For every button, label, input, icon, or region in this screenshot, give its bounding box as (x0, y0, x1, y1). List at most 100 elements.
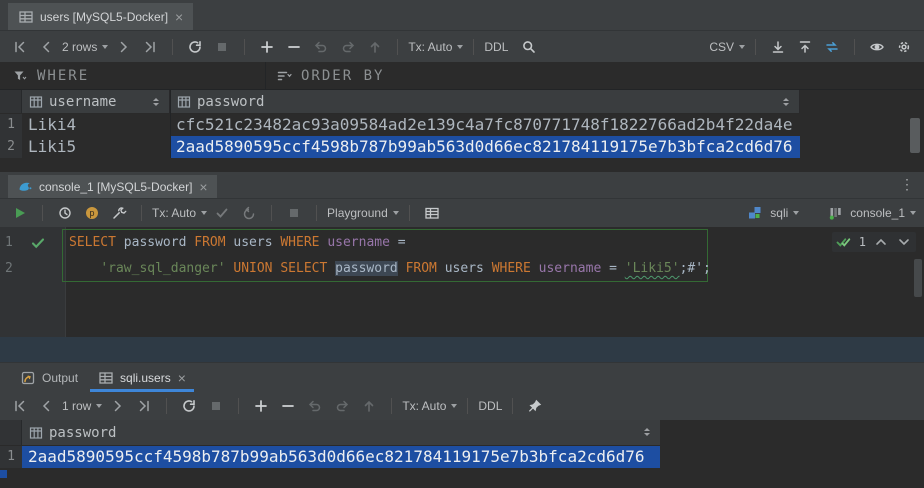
tab-title: users [MySQL5-Docker] (40, 10, 168, 24)
inspection-widget[interactable]: 1 (832, 232, 916, 252)
settings-gear-icon[interactable] (896, 39, 912, 55)
chevron-up-icon[interactable] (873, 234, 889, 250)
close-icon[interactable]: × (178, 371, 186, 385)
stop-icon[interactable] (208, 398, 224, 414)
cell-username[interactable]: Liki4 (22, 114, 170, 136)
stop-icon[interactable] (214, 39, 230, 55)
order-by-input[interactable]: ORDER BY (265, 62, 924, 89)
grid-corner-cell[interactable] (0, 90, 22, 113)
where-placeholder: WHERE (37, 68, 89, 84)
close-icon[interactable]: × (175, 10, 183, 24)
import-data-icon[interactable] (797, 39, 813, 55)
first-page-icon[interactable] (12, 39, 28, 55)
tab-users-table[interactable]: users [MySQL5-Docker] × (8, 3, 193, 30)
view-options-icon[interactable] (869, 39, 885, 55)
next-page-icon[interactable] (115, 39, 131, 55)
sql-code-line[interactable]: 'raw_sql_danger' UNION SELECT password F… (66, 256, 924, 282)
add-row-icon[interactable] (253, 398, 269, 414)
schema-dropdown[interactable]: sqli (770, 206, 799, 220)
add-row-icon[interactable] (259, 39, 275, 55)
cell-username[interactable]: Liki5 (22, 136, 170, 158)
tab-output[interactable]: Output (10, 363, 88, 392)
pin-tab-icon[interactable] (527, 398, 543, 414)
column-icon (28, 425, 44, 441)
prev-page-icon[interactable] (39, 398, 55, 414)
sort-toggle-icon[interactable] (153, 98, 159, 106)
revert-selected-icon[interactable] (334, 398, 350, 414)
last-page-icon[interactable] (142, 39, 158, 55)
playground-dropdown[interactable]: Playground (327, 206, 399, 220)
chevron-down-icon (393, 211, 399, 215)
chevron-down-icon (201, 211, 207, 215)
sql-editor[interactable]: 1 2 SELECT password FROM users WHERE use… (0, 227, 924, 337)
refresh-icon[interactable] (181, 398, 197, 414)
compare-data-icon[interactable] (824, 39, 840, 55)
problem-count: 1 (859, 235, 866, 249)
revert-icon[interactable] (307, 398, 323, 414)
tx-mode-dropdown[interactable]: Tx: Auto (152, 206, 207, 220)
prev-page-icon[interactable] (39, 39, 55, 55)
close-icon[interactable]: × (199, 180, 207, 194)
tab-console-1[interactable]: console_1 [MySQL5-Docker] × (8, 175, 217, 198)
rollback-icon[interactable] (241, 205, 257, 221)
ddl-button[interactable]: DDL (484, 40, 508, 54)
run-icon[interactable] (12, 205, 28, 221)
panel-splitter[interactable] (0, 337, 924, 362)
tx-mode-dropdown[interactable]: Tx: Auto (408, 40, 463, 54)
ddl-button[interactable]: DDL (478, 399, 502, 413)
table-row[interactable]: 1 Liki4 cfc521c23482ac93a09584ad2e139c4a… (0, 114, 924, 136)
tab-sqli-users[interactable]: sqli.users × (88, 363, 196, 392)
table-row[interactable]: 1 2aad5890595ccf4598b787b99ab563d0d66ec8… (0, 446, 924, 468)
sort-toggle-icon[interactable] (783, 98, 789, 106)
export-data-icon[interactable] (770, 39, 786, 55)
executed-check-icon[interactable] (30, 235, 46, 251)
chevron-down-icon[interactable] (896, 234, 912, 250)
delete-row-icon[interactable] (286, 39, 302, 55)
submit-icon[interactable] (367, 39, 383, 55)
history-clock-icon[interactable] (57, 205, 73, 221)
export-format-dropdown[interactable]: CSV (709, 40, 745, 54)
tx-mode-dropdown[interactable]: Tx: Auto (402, 399, 457, 413)
submit-icon[interactable] (361, 398, 377, 414)
order-by-placeholder: ORDER BY (301, 68, 384, 84)
parameters-icon[interactable]: p (84, 205, 100, 221)
more-options-icon[interactable]: ⋮ (900, 177, 914, 193)
last-page-icon[interactable] (136, 398, 152, 414)
stop-icon[interactable] (286, 205, 302, 221)
delete-row-icon[interactable] (280, 398, 296, 414)
table-row[interactable]: 2 Liki5 2aad5890595ccf4598b787b99ab563d0… (0, 136, 924, 158)
search-icon[interactable] (521, 39, 537, 55)
grid-corner-cell[interactable] (0, 420, 22, 445)
row-number[interactable]: 2 (0, 136, 22, 158)
sql-lines: SELECT password FROM users WHERE usernam… (66, 230, 924, 282)
rows-count-dropdown[interactable]: 2 rows (62, 40, 108, 54)
row-number[interactable]: 1 (0, 114, 22, 136)
sql-code-line[interactable]: SELECT password FROM users WHERE usernam… (66, 230, 924, 256)
column-header-password[interactable]: password (22, 420, 660, 445)
refresh-icon[interactable] (187, 39, 203, 55)
cell-password-selected[interactable]: 2aad5890595ccf4598b787b99ab563d0d66ec821… (22, 446, 660, 468)
first-page-icon[interactable] (12, 398, 28, 414)
revert-icon[interactable] (313, 39, 329, 55)
cell-password[interactable]: cfc521c23482ac93a09584ad2e139c4a7fc87077… (170, 114, 910, 136)
column-header-username[interactable]: username (22, 90, 170, 113)
console-toolbar: p Tx: Auto Playground sqli console_1 (0, 199, 924, 227)
row-number[interactable]: 1 (0, 446, 22, 468)
next-page-icon[interactable] (109, 398, 125, 414)
code-area[interactable]: SELECT password FROM users WHERE usernam… (66, 227, 924, 337)
cell-password-selected[interactable]: 2aad5890595ccf4598b787b99ab563d0d66ec821… (170, 136, 800, 158)
vertical-scrollbar[interactable] (910, 118, 920, 153)
order-by-icon (276, 68, 292, 84)
rows-count-dropdown[interactable]: 1 row (62, 399, 102, 413)
result-grid-sqli-users: password 1 2aad5890595ccf4598b787b99ab56… (0, 420, 924, 468)
in-editor-results-icon[interactable] (424, 205, 440, 221)
column-header-password[interactable]: password (170, 90, 800, 113)
settings-wrench-icon[interactable] (111, 205, 127, 221)
commit-check-icon[interactable] (214, 205, 230, 221)
gutter-line: 2 (0, 256, 65, 282)
sort-toggle-icon[interactable] (644, 428, 650, 436)
session-dropdown[interactable]: console_1 (850, 206, 916, 220)
gutter-line: 1 (0, 230, 65, 256)
where-filter-input[interactable]: WHERE (0, 62, 265, 89)
revert-selected-icon[interactable] (340, 39, 356, 55)
